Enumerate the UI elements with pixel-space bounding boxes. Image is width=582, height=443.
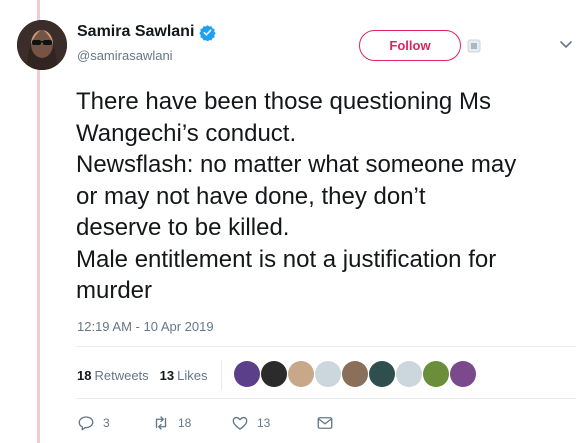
tweet-stats: 18 Retweets 13 Likes — [77, 368, 208, 383]
liker-avatar[interactable] — [261, 361, 287, 387]
avatar-image — [17, 20, 67, 70]
author-name[interactable]: Samira Sawlani — [77, 23, 217, 41]
author-handle[interactable]: @samirasawlani — [77, 48, 173, 63]
retweet-count: 18 — [178, 416, 192, 430]
reply-action[interactable]: 3 — [77, 414, 152, 432]
envelope-icon — [317, 417, 333, 429]
retweet-action[interactable]: 18 — [152, 414, 231, 432]
retweets-label: Retweets — [94, 368, 149, 383]
liker-avatar[interactable] — [396, 361, 422, 387]
tweet-timestamp[interactable]: 12:19 AM - 10 Apr 2019 — [77, 319, 214, 334]
chevron-down-icon[interactable] — [559, 40, 573, 50]
liker-avatar[interactable] — [315, 361, 341, 387]
heart-icon — [232, 416, 248, 430]
liker-avatar[interactable] — [423, 361, 449, 387]
liker-avatar[interactable] — [342, 361, 368, 387]
direct-message-action[interactable] — [316, 414, 334, 432]
follow-button[interactable]: Follow — [359, 30, 461, 61]
like-action[interactable]: 13 — [231, 414, 316, 432]
liker-avatar[interactable] — [234, 361, 260, 387]
liker-avatar[interactable] — [450, 361, 476, 387]
retweet-icon — [155, 416, 167, 430]
reply-count: 3 — [103, 416, 110, 430]
tweet-text: There have been those questioning Ms Wan… — [76, 88, 517, 304]
stats-separator — [221, 360, 222, 390]
author-name-text: Samira Sawlani — [77, 23, 195, 40]
retweets-stat[interactable]: 18 Retweets — [77, 368, 149, 383]
verified-badge-icon — [199, 24, 217, 41]
follow-options-icon[interactable] — [467, 39, 481, 53]
reply-icon — [78, 416, 94, 431]
liker-avatars — [234, 361, 476, 387]
retweets-count: 18 — [77, 368, 92, 383]
like-count: 13 — [257, 416, 271, 430]
stats-top-divider — [76, 346, 576, 347]
liker-avatar[interactable] — [369, 361, 395, 387]
author-avatar[interactable] — [17, 20, 67, 70]
likes-count: 13 — [159, 368, 175, 383]
likes-stat[interactable]: 13 Likes — [160, 368, 208, 383]
actions-top-divider — [76, 398, 576, 399]
likes-label: Likes — [177, 368, 208, 383]
liker-avatar[interactable] — [288, 361, 314, 387]
tweet-actions: 3 18 13 — [77, 414, 334, 432]
